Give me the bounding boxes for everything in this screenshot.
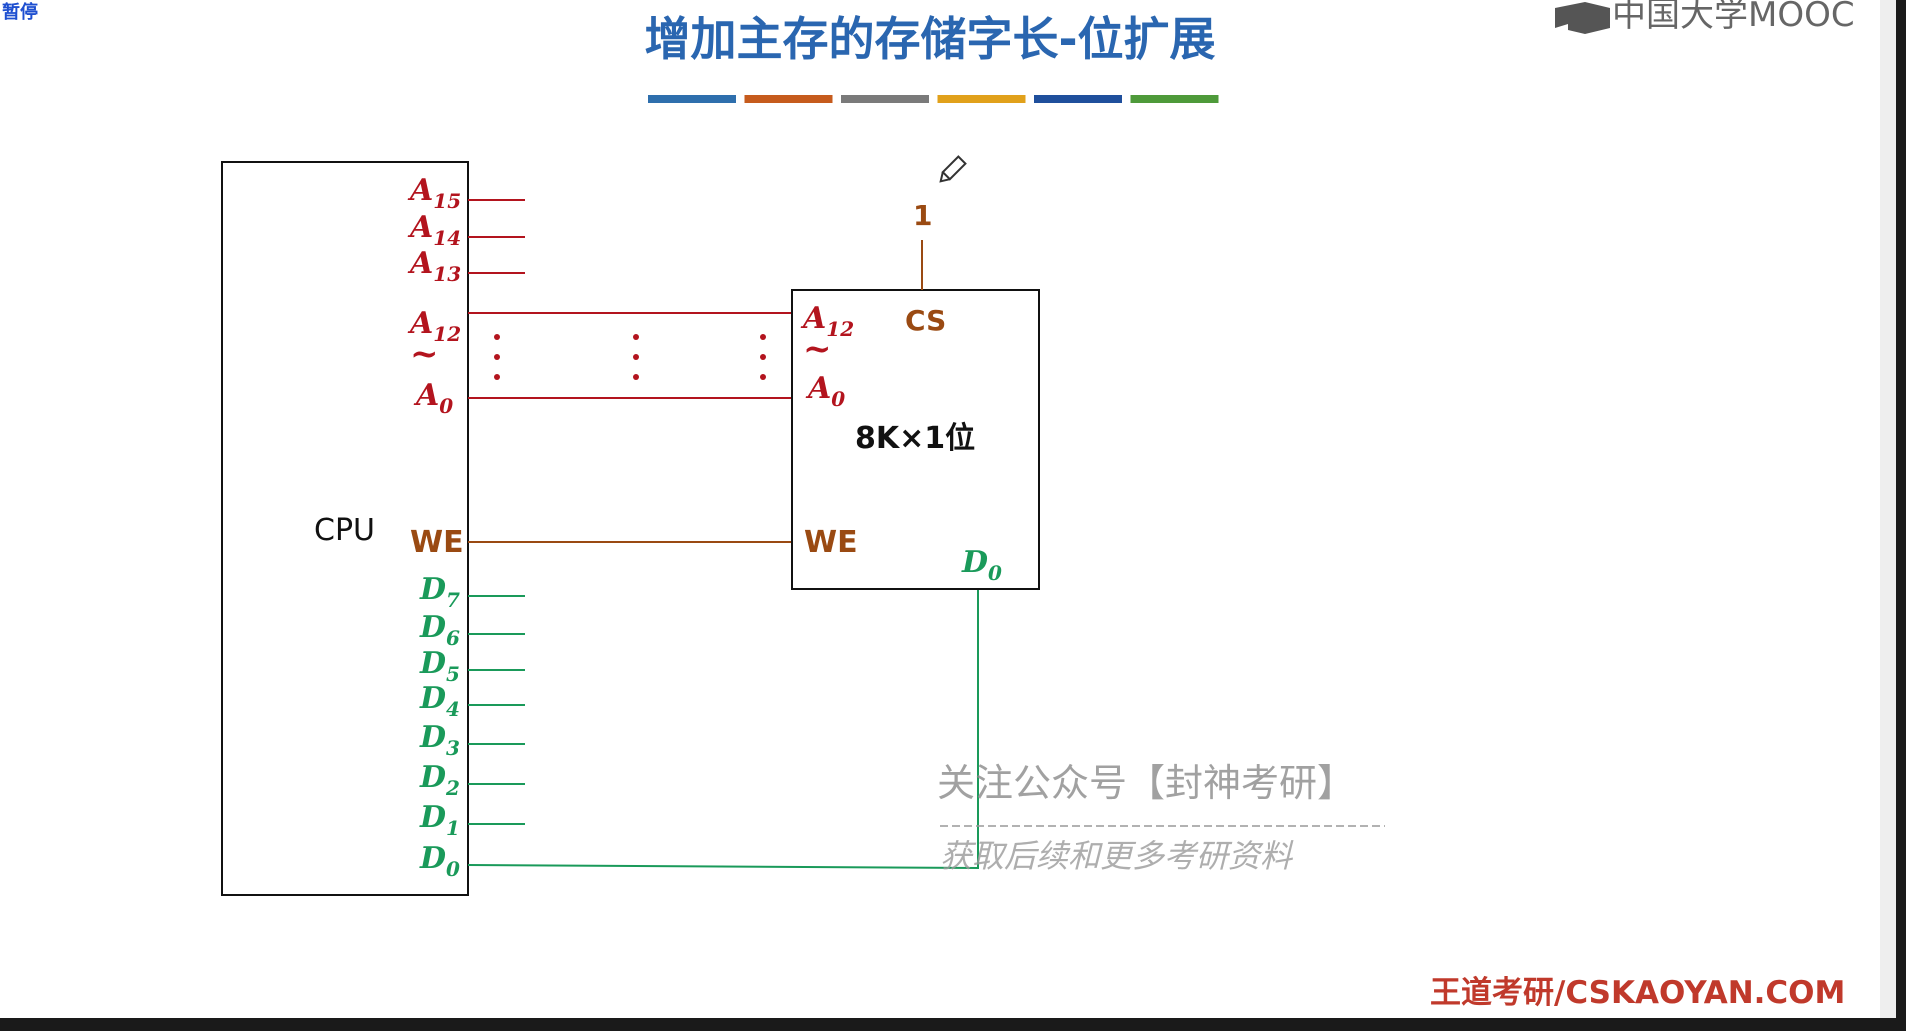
slide-title: 增加主存的存储字长-位扩展	[644, 12, 1215, 66]
color-bar-segment	[1034, 95, 1122, 103]
video-frame: 暂停 中国大学MOOC 增加主存的存储字长-位扩展 CPU A15 A14 A1…	[0, 0, 1906, 1027]
pin-sub: 5	[446, 662, 460, 686]
pin-name: D	[419, 572, 446, 607]
chip-label: 8K×1位	[855, 421, 975, 456]
pin-name: D	[419, 800, 446, 835]
pin-name: D	[419, 720, 446, 755]
pin-name: A	[407, 210, 433, 245]
pin-name: D	[419, 610, 446, 645]
pause-label[interactable]: 暂停	[2, 1, 38, 23]
color-bar-segment	[937, 95, 1026, 103]
slide-right-edge	[1880, 0, 1896, 1018]
pin-sub: 0	[831, 387, 845, 411]
pin-sub: 0	[988, 561, 1002, 585]
pin-sub: 7	[446, 588, 460, 612]
pin-sub: 1	[446, 816, 460, 840]
cpu-label: CPU	[314, 513, 375, 548]
color-bar-segment	[744, 95, 833, 103]
color-bar-segment	[648, 95, 736, 103]
pin-sub: 14	[433, 226, 461, 250]
watermark-line2: 获取后续和更多考研资料	[940, 837, 1294, 875]
pin-name: D	[419, 646, 446, 681]
chip-we-label: WE	[804, 525, 858, 560]
pin-name: A	[805, 371, 831, 406]
pin-name: A	[407, 173, 433, 208]
pin-sub: 4	[446, 697, 460, 721]
pin-sub: 0	[446, 857, 460, 881]
cpu-range-symbol: ~	[410, 334, 439, 374]
cs-value: 1	[913, 199, 932, 232]
slide-canvas: 暂停 中国大学MOOC 增加主存的存储字长-位扩展 CPU A15 A14 A1…	[0, 0, 1896, 1018]
pin-sub: 2	[445, 776, 460, 800]
pin-sub: 6	[446, 626, 460, 650]
pin-name: D	[419, 841, 446, 876]
watermark-line1: 关注公众号【封神考研】	[937, 761, 1355, 805]
pin-name: A	[407, 246, 433, 281]
pin-name: D	[419, 760, 446, 795]
color-bar-segment	[1130, 95, 1219, 103]
cpu-we-label: WE	[410, 525, 464, 560]
pin-sub: 15	[433, 189, 461, 213]
pin-sub: 0	[439, 394, 453, 418]
pin-sub: 3	[446, 736, 460, 760]
pin-sub: 13	[433, 262, 461, 286]
pin-name: D	[961, 545, 988, 580]
chip-cs-label: CS	[905, 304, 946, 337]
chip-range-symbol: ~	[803, 329, 832, 369]
slide-footer: 王道考研/CSKAOYAN.COM	[1430, 975, 1845, 1011]
mooc-brand-text: 中国大学MOOC	[1612, 0, 1855, 35]
pin-name: D	[419, 681, 446, 716]
color-bar-segment	[841, 95, 929, 103]
pin-name: A	[413, 378, 439, 413]
